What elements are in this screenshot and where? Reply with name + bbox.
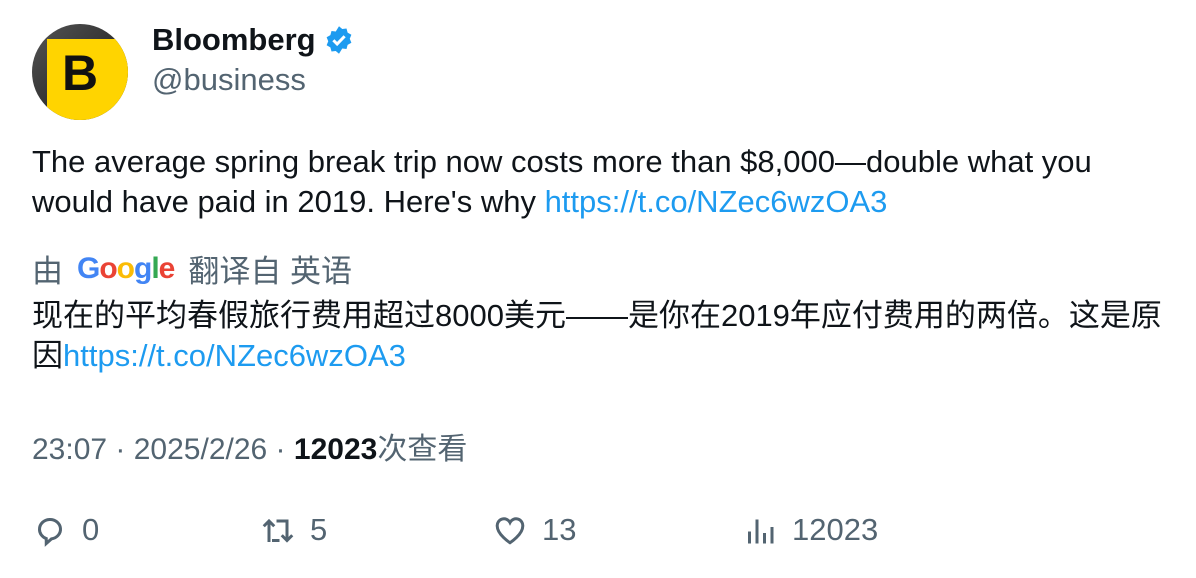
reply-icon [37,517,62,547]
author-handle[interactable]: @business [152,62,306,98]
reply-count: 0 [82,512,100,547]
translated-link[interactable]: https://t.co/NZec6wzOA3 [63,338,406,373]
tweet-link[interactable]: https://t.co/NZec6wzOA3 [545,184,888,219]
translated-text: 现在的平均春假旅行费用超过8000美元——是你在2019年应付费用的两倍。这是原… [32,296,1162,376]
author-name[interactable]: Bloomberg [152,22,354,58]
tweet-text: The average spring break trip now costs … [32,142,1162,222]
tweet-meta: 23:07 · 2025/2/26 · 12023次查看 [32,433,468,466]
views-button[interactable]: 12023 [742,512,878,548]
translated-from-label: 翻译自 英语 [188,254,352,289]
google-logo: Google [77,251,175,285]
author-name-text: Bloomberg [152,22,316,57]
verified-badge-icon [326,26,351,54]
avatar-logo: B [62,45,99,101]
views-label: 次查看 [377,433,468,466]
view-count: 12023 [293,433,378,466]
tweet-date[interactable]: 2025/2/26 [134,433,267,466]
like-button[interactable]: 13 [492,512,576,548]
translation-attribution: 由 Google 翻译自 英语 [32,246,352,291]
views-count: 12023 [792,512,879,547]
action-bar: 0 5 13 12023 [32,512,1162,552]
retweet-button[interactable]: 5 [260,512,327,548]
reply-button[interactable]: 0 [32,512,99,548]
retweet-icon [262,518,294,543]
views-chart-icon [748,519,774,544]
translated-by-label: 由 [32,254,63,289]
like-count: 13 [542,512,577,547]
tweet-time[interactable]: 23:07 [32,433,107,466]
avatar[interactable]: B [32,24,128,120]
retweet-count: 5 [310,512,328,547]
heart-icon [495,517,525,545]
